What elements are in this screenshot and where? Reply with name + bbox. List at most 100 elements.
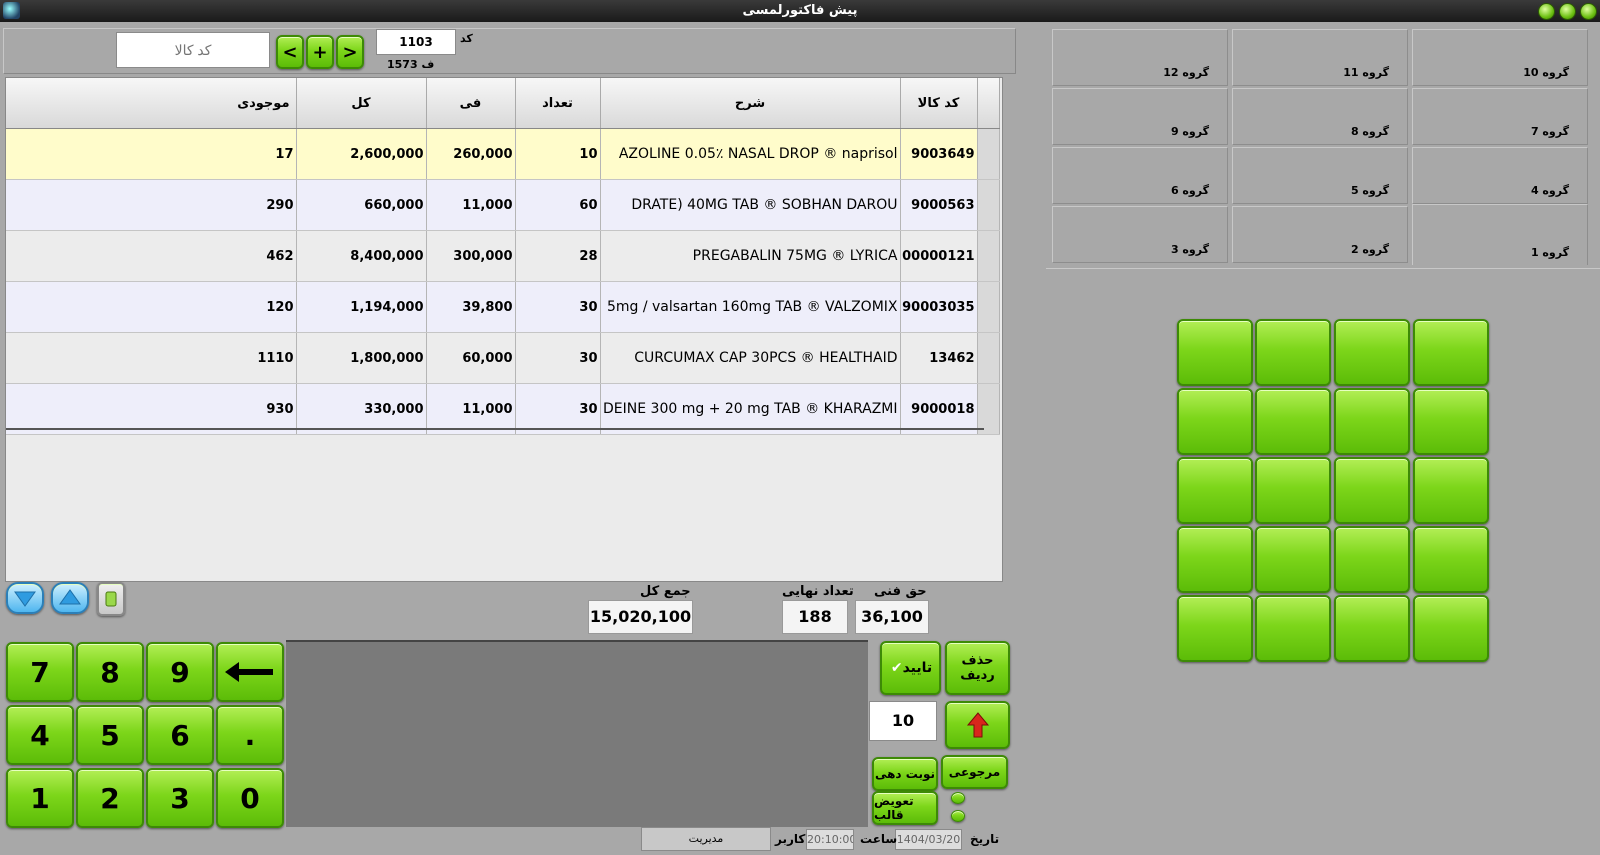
product-button[interactable] xyxy=(1177,319,1253,386)
return-button[interactable]: مرجوعی xyxy=(941,755,1008,789)
key-dot[interactable]: . xyxy=(216,705,284,765)
arrow-up-icon xyxy=(966,712,989,738)
product-button[interactable] xyxy=(1413,319,1489,386)
table-row[interactable]: 290 660,000 11,000 60 DRATE) 40MG TAB ® … xyxy=(6,179,1000,231)
cell-qty: 30 xyxy=(515,281,601,333)
key-5[interactable]: 5 xyxy=(76,705,144,765)
key-4[interactable]: 4 xyxy=(6,705,74,765)
product-button[interactable] xyxy=(1255,526,1331,593)
product-button[interactable] xyxy=(1334,388,1410,455)
group-tab-3[interactable]: گروه 3 xyxy=(1052,206,1228,263)
key-9[interactable]: 9 xyxy=(146,642,214,702)
confirm-button[interactable]: ✔ تایید xyxy=(880,641,941,695)
product-button[interactable] xyxy=(1334,319,1410,386)
grand-total-label: جمع کل xyxy=(640,584,691,599)
cell-stock: 120 xyxy=(6,281,297,333)
key-8[interactable]: 8 xyxy=(76,642,144,702)
col-price[interactable]: فی xyxy=(426,78,516,129)
group-tab-9[interactable]: گروه 9 xyxy=(1052,88,1228,145)
key-3[interactable]: 3 xyxy=(146,768,214,828)
product-button[interactable] xyxy=(1177,595,1253,662)
product-button[interactable] xyxy=(1413,526,1489,593)
group-tab-1[interactable]: گروه 1 xyxy=(1412,204,1588,265)
minimize-button[interactable] xyxy=(1538,3,1555,20)
table-row[interactable]: 1110 1,800,000 60,000 30 CURCUMAX CAP 30… xyxy=(6,332,1000,384)
table-row[interactable]: 930 330,000 11,000 30 DEINE 300 mg + 20 … xyxy=(6,383,1000,435)
product-button[interactable] xyxy=(1334,457,1410,524)
maximize-button[interactable] xyxy=(1559,3,1576,20)
table-row[interactable]: 17 2,600,000 260,000 10 AZOLINE 0.05٪ NA… xyxy=(6,128,1000,180)
close-button[interactable] xyxy=(1580,3,1597,20)
group-tabs: گروه 12 گروه 11 گروه 10 گروه 9 گروه 8 گر… xyxy=(1046,24,1600,268)
cell-code: 00000121 xyxy=(900,230,978,282)
prev-button[interactable]: < xyxy=(276,35,304,69)
key-6[interactable]: 6 xyxy=(146,705,214,765)
cell-price: 11,000 xyxy=(426,179,516,231)
key-1[interactable]: 1 xyxy=(6,768,74,828)
product-button[interactable] xyxy=(1413,457,1489,524)
key-2[interactable]: 2 xyxy=(76,768,144,828)
cell-qty: 30 xyxy=(515,332,601,384)
cell-total: 8,400,000 xyxy=(296,230,427,282)
cell-price: 39,800 xyxy=(426,281,516,333)
product-button[interactable] xyxy=(1413,388,1489,455)
group-tab-10[interactable]: گروه 10 xyxy=(1412,29,1588,86)
change-template-button[interactable]: تعویض قالب xyxy=(872,791,938,825)
cell-total: 330,000 xyxy=(296,383,427,435)
product-button[interactable] xyxy=(1177,457,1253,524)
cell-spacer xyxy=(977,128,1000,180)
product-button[interactable] xyxy=(1334,526,1410,593)
cell-stock: 290 xyxy=(6,179,297,231)
group-tab-6[interactable]: گروه 6 xyxy=(1052,147,1228,204)
scroll-up-button[interactable] xyxy=(51,582,89,614)
group-tab-12[interactable]: گروه 12 xyxy=(1052,29,1228,86)
col-total[interactable]: کل xyxy=(296,78,427,129)
delete-row-button[interactable]: حذف ردیف xyxy=(945,641,1010,695)
add-button[interactable]: + xyxy=(306,35,334,69)
backspace-button[interactable] xyxy=(216,642,284,702)
key-0[interactable]: 0 xyxy=(216,768,284,828)
group-tab-7[interactable]: گروه 7 xyxy=(1412,88,1588,145)
option-dot-2[interactable] xyxy=(951,810,965,822)
option-dot-1[interactable] xyxy=(951,792,965,804)
product-button[interactable] xyxy=(1255,457,1331,524)
cell-code: 13462 xyxy=(900,332,978,384)
product-button[interactable] xyxy=(1177,388,1253,455)
product-button[interactable] xyxy=(1413,595,1489,662)
product-button[interactable] xyxy=(1255,319,1331,386)
cell-stock: 462 xyxy=(6,230,297,282)
clear-button[interactable] xyxy=(97,582,125,616)
col-stock[interactable]: موجودی xyxy=(6,78,297,129)
quantity-input[interactable]: 10 xyxy=(869,701,937,741)
increase-button[interactable] xyxy=(945,701,1010,749)
group-tab-8[interactable]: گروه 8 xyxy=(1232,88,1408,145)
code-label: کد xyxy=(460,32,473,45)
cell-stock: 1110 xyxy=(6,332,297,384)
product-code-input[interactable] xyxy=(116,32,270,68)
cell-qty: 10 xyxy=(515,128,601,180)
col-code[interactable]: کد کالا xyxy=(900,78,978,129)
time-label: ساعت xyxy=(860,832,898,846)
col-qty[interactable]: تعداد xyxy=(515,78,601,129)
cell-qty: 60 xyxy=(515,179,601,231)
group-tab-2[interactable]: گروه 2 xyxy=(1232,206,1408,263)
product-button[interactable] xyxy=(1177,526,1253,593)
cell-total: 660,000 xyxy=(296,179,427,231)
cell-spacer xyxy=(977,179,1000,231)
window-title: پیش فاکتورلمسی xyxy=(742,3,858,18)
product-button[interactable] xyxy=(1255,595,1331,662)
next-button[interactable]: > xyxy=(336,35,364,69)
col-desc[interactable]: شرح xyxy=(600,78,901,129)
table-row[interactable]: 120 1,194,000 39,800 30 5mg / valsartan … xyxy=(6,281,1000,333)
cell-price: 260,000 xyxy=(426,128,516,180)
product-button[interactable] xyxy=(1334,595,1410,662)
key-7[interactable]: 7 xyxy=(6,642,74,702)
table-row[interactable]: 462 8,400,000 300,000 28 PREGABALIN 75MG… xyxy=(6,230,1000,282)
group-tab-5[interactable]: گروه 5 xyxy=(1232,147,1408,204)
invoice-code-field[interactable]: 1103 xyxy=(376,29,456,55)
group-tab-11[interactable]: گروه 11 xyxy=(1232,29,1408,86)
queue-button[interactable]: نوبت دهی xyxy=(872,757,938,791)
scroll-down-button[interactable] xyxy=(6,582,44,614)
product-button[interactable] xyxy=(1255,388,1331,455)
group-tab-4[interactable]: گروه 4 xyxy=(1412,147,1588,204)
